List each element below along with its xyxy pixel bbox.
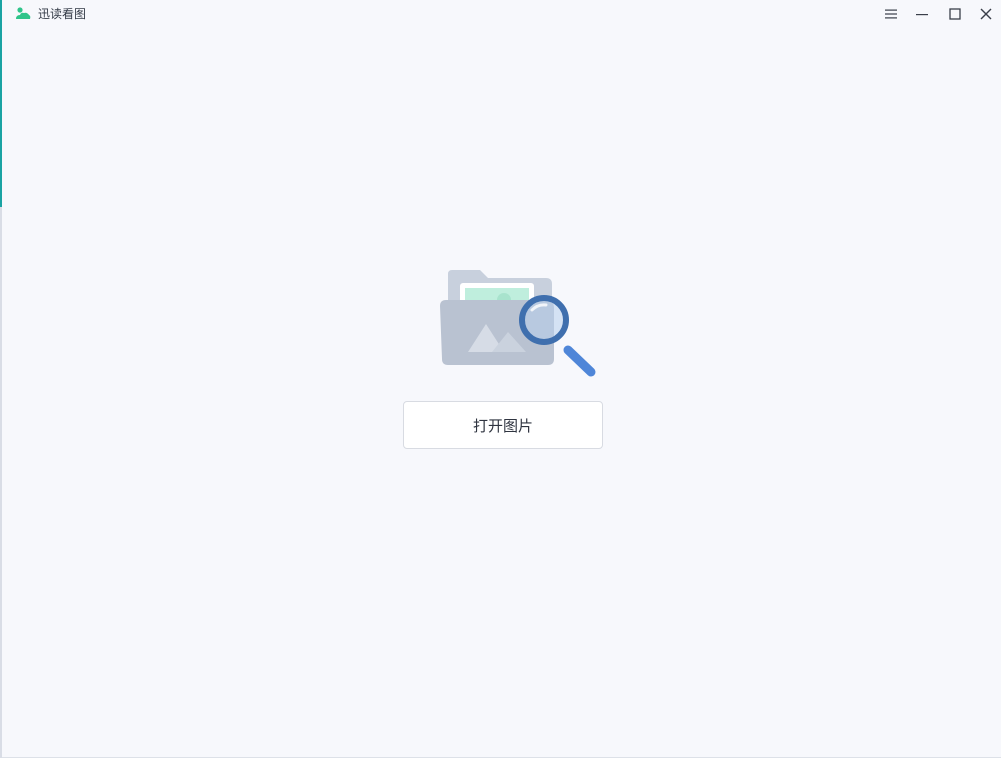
menu-button[interactable]	[880, 3, 902, 25]
open-image-button[interactable]: 打开图片	[403, 401, 603, 449]
window-edge-accent	[0, 0, 2, 207]
maximize-icon	[949, 8, 961, 20]
app-window: 迅读看图 打开图片	[0, 0, 1001, 758]
cloud-leaf-icon	[16, 7, 31, 19]
close-button[interactable]	[975, 3, 997, 25]
title-bar[interactable]: 迅读看图	[2, 0, 1001, 28]
close-icon	[980, 8, 992, 20]
hamburger-menu-icon	[885, 9, 897, 19]
folder-image-search-icon	[440, 270, 596, 377]
maximize-button[interactable]	[944, 3, 966, 25]
minimize-icon	[916, 14, 928, 16]
minimize-button[interactable]	[911, 3, 933, 25]
app-title: 迅读看图	[38, 7, 87, 21]
